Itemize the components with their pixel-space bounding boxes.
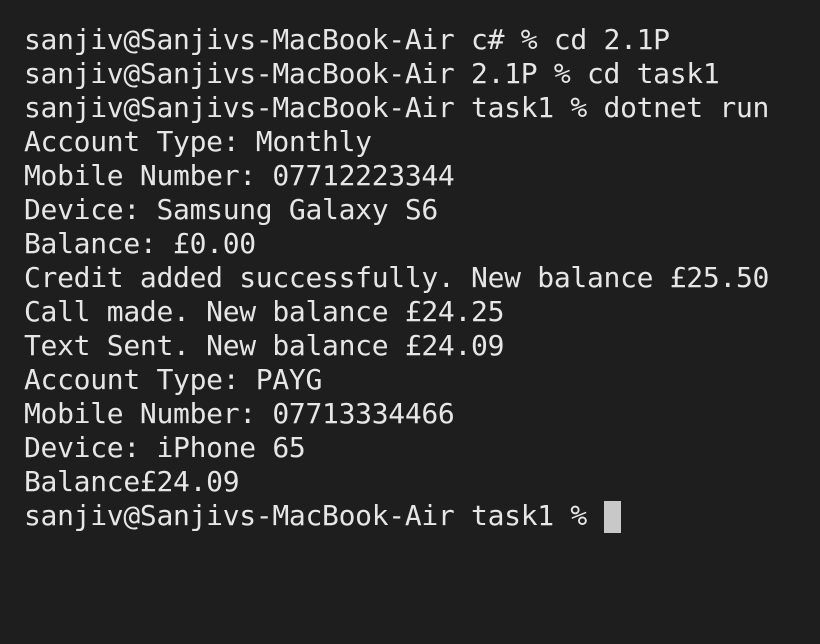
terminal-output-line: Device: iPhone 65 <box>24 431 306 464</box>
terminal-output-line: Text Sent. New balance £24.09 <box>24 329 505 362</box>
shell-prompt: sanjiv@Sanjivs-MacBook-Air task1 % <box>24 499 587 532</box>
terminal-output-line: Mobile Number: 07713334466 <box>24 397 455 430</box>
terminal-output-line: Mobile Number: 07712223344 <box>24 159 455 192</box>
terminal-output-line: Account Type: Monthly <box>24 125 372 158</box>
terminal-output-line: Call made. New balance £24.25 <box>24 295 505 328</box>
text-cursor <box>603 501 621 533</box>
terminal-output-line: Balance£24.09 <box>24 465 240 498</box>
terminal-output-line: Credit added successfully. New balance £… <box>24 261 770 294</box>
terminal-output-line: Balance: £0.00 <box>24 227 256 260</box>
terminal-window[interactable]: sanjiv@Sanjivs-MacBook-Air c# % cd 2.1P … <box>0 0 820 644</box>
terminal-output-line: Device: Samsung Galaxy S6 <box>24 193 438 226</box>
terminal-output-line: sanjiv@Sanjivs-MacBook-Air 2.1P % cd tas… <box>24 57 720 90</box>
terminal-output-line: Account Type: PAYG <box>24 363 323 396</box>
terminal-output-line: sanjiv@Sanjivs-MacBook-Air task1 % dotne… <box>24 91 770 124</box>
terminal-output-line: sanjiv@Sanjivs-MacBook-Air c# % cd 2.1P <box>24 23 670 56</box>
terminal-prompt-line[interactable]: sanjiv@Sanjivs-MacBook-Air task1 % <box>24 499 820 533</box>
